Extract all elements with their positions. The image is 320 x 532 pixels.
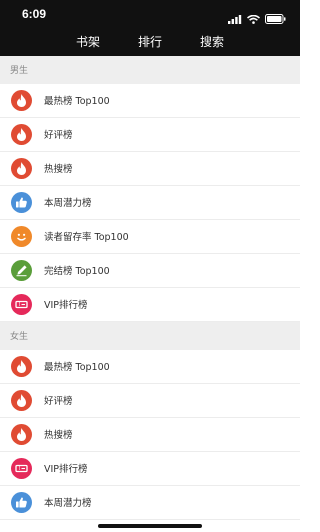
list-item[interactable]: VIP排行榜 — [0, 288, 300, 322]
wifi-icon — [246, 9, 261, 28]
list-item[interactable]: 热搜榜 — [0, 418, 300, 452]
list-item-label: 好评榜 — [44, 396, 73, 407]
signal-icon — [228, 9, 242, 28]
section-header: 男生 — [0, 56, 300, 84]
section-header: 女生 — [0, 322, 300, 350]
list-item[interactable]: 本周潜力榜 — [0, 486, 300, 520]
section-title: 女生 — [10, 332, 29, 342]
list-item[interactable]: 最热榜 Top100 — [0, 350, 300, 384]
list-item[interactable]: 完结榜 Top100 — [0, 254, 300, 288]
flame-icon — [11, 424, 32, 445]
thumbs-up-icon — [11, 192, 32, 213]
section-title: 男生 — [10, 66, 29, 76]
battery-icon — [265, 9, 286, 28]
list-item-label: 最热榜 Top100 — [44, 96, 110, 107]
list-item[interactable]: 本周潜力榜 — [0, 186, 300, 220]
list-item[interactable]: 热搜榜 — [0, 152, 300, 186]
list-item-label: 本周潜力榜 — [44, 498, 92, 509]
list-item-label: 热搜榜 — [44, 430, 73, 441]
nav-bar: 书架 排行 搜索 — [0, 30, 300, 56]
list-item-label: VIP排行榜 — [44, 300, 88, 311]
list-item-label: 本周潜力榜 — [44, 198, 92, 209]
ticket-icon — [11, 294, 32, 315]
tab-search[interactable]: 搜索 — [200, 32, 224, 52]
list-item-label: 完结榜 Top100 — [44, 266, 110, 277]
flame-icon — [11, 90, 32, 111]
list-item-label: 好评榜 — [44, 130, 73, 141]
list-item[interactable]: 好评榜 — [0, 384, 300, 418]
list-item[interactable]: 好评榜 — [0, 118, 300, 152]
flame-icon — [11, 158, 32, 179]
flame-icon — [11, 390, 32, 411]
tab-ranking[interactable]: 排行 — [138, 32, 162, 52]
list-item-label: 热搜榜 — [44, 164, 73, 175]
list-item-label: 最热榜 Top100 — [44, 362, 110, 373]
list-item[interactable]: VIP排行榜 — [0, 452, 300, 486]
ticket-icon — [11, 458, 32, 479]
list-item[interactable]: 读者留存率 Top100 — [0, 220, 300, 254]
list-item-label: 读者留存率 Top100 — [44, 232, 129, 243]
smile-icon — [11, 226, 32, 247]
flame-icon — [11, 124, 32, 145]
status-bar: 6:09 — [0, 0, 300, 30]
flame-icon — [11, 356, 32, 377]
tab-bookshelf[interactable]: 书架 — [76, 32, 100, 52]
thumbs-up-icon — [11, 492, 32, 513]
status-icons — [228, 9, 286, 28]
list-item-label: VIP排行榜 — [44, 464, 88, 475]
status-time: 6:09 — [22, 7, 47, 21]
list-item[interactable]: 最热榜 Top100 — [0, 84, 300, 118]
pen-icon — [11, 260, 32, 281]
home-indicator — [98, 524, 202, 528]
